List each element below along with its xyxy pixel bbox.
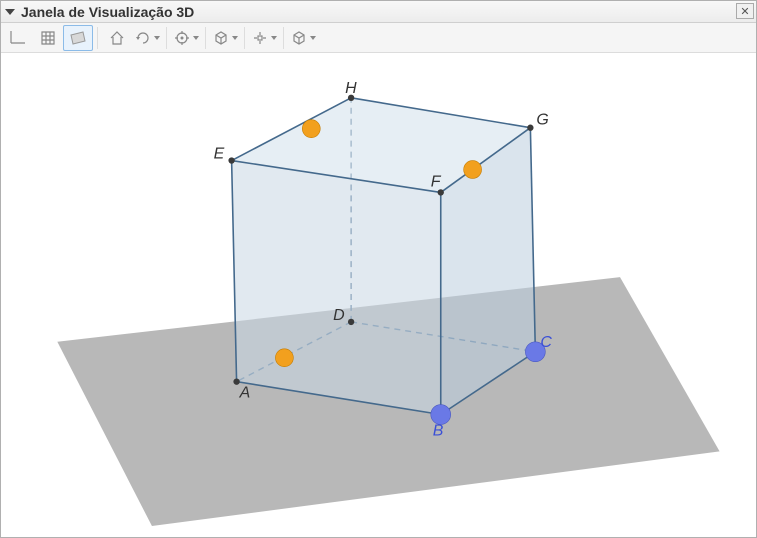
- title-bar: Janela de Visualização 3D ✕: [1, 1, 756, 23]
- dropdown-icon: [154, 36, 160, 40]
- window-title: Janela de Visualização 3D: [21, 4, 194, 20]
- label-A: A: [239, 385, 251, 402]
- plane-toggle[interactable]: [63, 25, 93, 51]
- projection-button[interactable]: [288, 25, 318, 51]
- dropdown-icon: [271, 36, 277, 40]
- dropdown-icon: [193, 36, 199, 40]
- toolbar-separator: [166, 27, 167, 49]
- box-icon: [212, 29, 230, 47]
- label-B: B: [433, 422, 444, 439]
- plane-icon: [69, 29, 87, 47]
- close-button[interactable]: ✕: [736, 3, 754, 19]
- home-icon: [108, 29, 126, 47]
- dropdown-icon: [310, 36, 316, 40]
- dropdown-icon: [232, 36, 238, 40]
- snap-icon: [251, 29, 269, 47]
- rotate-button[interactable]: [132, 25, 162, 51]
- label-D: D: [333, 307, 344, 324]
- label-E: E: [214, 146, 225, 163]
- label-F: F: [431, 173, 442, 190]
- toolbar-separator: [205, 27, 206, 49]
- axes-icon: [9, 29, 27, 47]
- label-H: H: [345, 80, 357, 97]
- 3d-scene: A B C D E F G H: [1, 53, 756, 537]
- grid-toggle[interactable]: [33, 25, 63, 51]
- 3d-viewport[interactable]: A B C D E F G H: [1, 53, 756, 537]
- view-direction-button[interactable]: [171, 25, 201, 51]
- grid-icon: [39, 29, 57, 47]
- axes-toggle[interactable]: [3, 25, 33, 51]
- label-C: C: [540, 334, 552, 351]
- toolbar-separator: [97, 27, 98, 49]
- toolbar-separator: [283, 27, 284, 49]
- toolbar: [1, 23, 756, 53]
- rotate-icon: [134, 29, 152, 47]
- cube-faces: [232, 98, 536, 415]
- snap-button[interactable]: [249, 25, 279, 51]
- home-button[interactable]: [102, 25, 132, 51]
- collapse-icon[interactable]: [5, 9, 15, 15]
- target-icon: [173, 29, 191, 47]
- clipping-button[interactable]: [210, 25, 240, 51]
- toolbar-separator: [244, 27, 245, 49]
- label-G: G: [536, 112, 548, 129]
- cube-icon: [290, 29, 308, 47]
